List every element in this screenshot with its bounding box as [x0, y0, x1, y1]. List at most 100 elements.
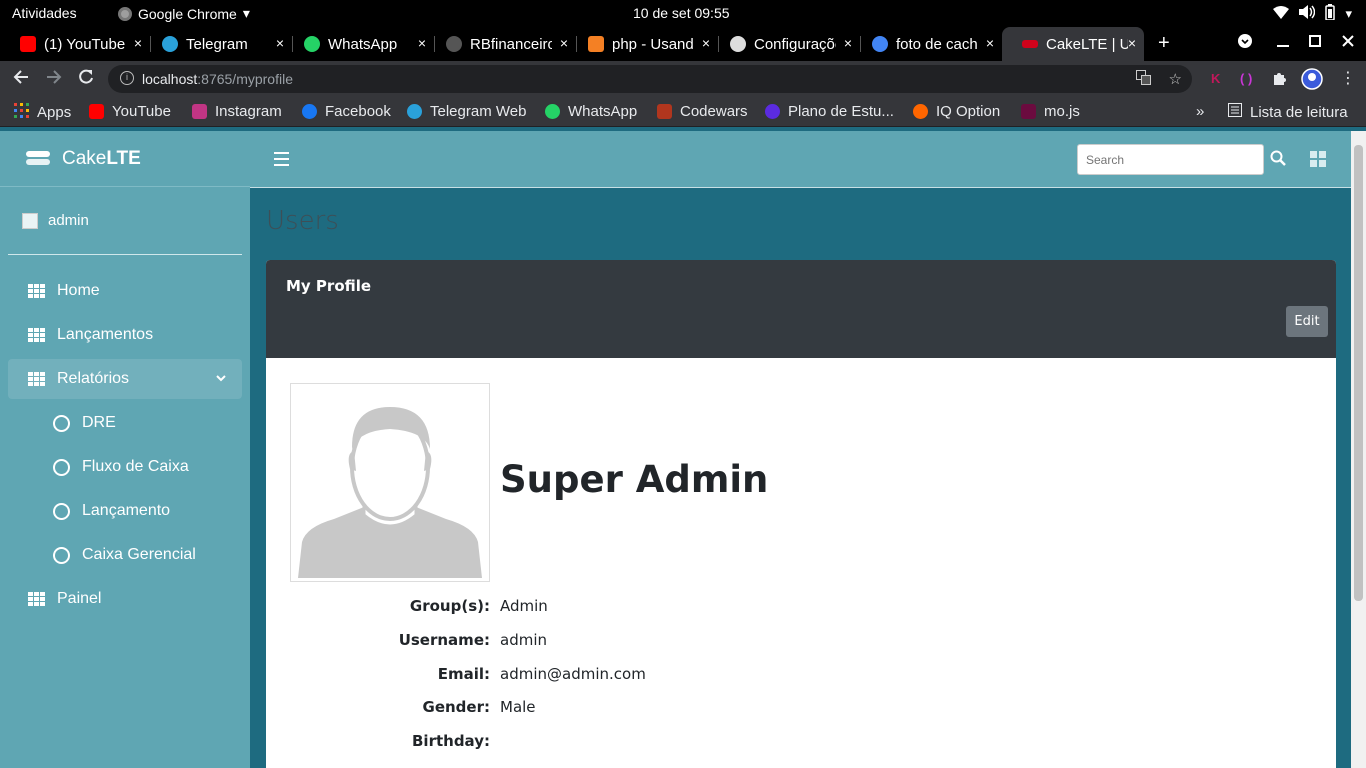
brand-suffix: LTE [106, 147, 141, 169]
tab-search-icon[interactable] [1238, 34, 1252, 51]
app-name: Google Chrome [138, 5, 237, 22]
minimize-icon[interactable] [1277, 34, 1289, 50]
close-icon[interactable]: × [560, 35, 568, 51]
system-top-bar: Atividades Google Chrome ▾ 10 de set 09:… [0, 0, 1366, 27]
extensions-puzzle-icon[interactable] [1272, 71, 1287, 89]
star-icon[interactable]: ☆ [1169, 70, 1182, 89]
google-icon [872, 36, 888, 52]
close-icon[interactable]: × [1128, 35, 1136, 51]
bookmark-codewars[interactable]: Codewars [657, 103, 748, 120]
sidebar: Cake LTE admin Home Lançamentos Relatório… [0, 131, 250, 768]
scrollbar-thumb[interactable] [1354, 145, 1363, 601]
tab-whatsapp[interactable]: WhatsApp × [284, 27, 434, 61]
sidebar-item-relatorios[interactable]: Relatórios [8, 359, 242, 399]
bookmark-telegram-web[interactable]: Telegram Web [407, 103, 526, 120]
profile-full-name: Super Admin [500, 458, 769, 501]
browser-toolbar: i localhost:8765/myprofile ☆ K ( ) ⋮ [0, 61, 1366, 97]
tab-cakelte[interactable]: CakeLTE | Users × [1002, 27, 1144, 61]
whatsapp-icon [545, 104, 560, 119]
sidebar-item-home[interactable]: Home [8, 271, 242, 311]
bookmark-label: WhatsApp [568, 103, 638, 120]
bookmark-whatsapp[interactable]: WhatsApp [545, 103, 637, 120]
profile-avatar[interactable] [1301, 68, 1323, 93]
tab-title: RBfinanceiro [470, 35, 552, 53]
plano-icon [765, 104, 780, 119]
bookmark-youtube[interactable]: YouTube [89, 103, 171, 120]
info-icon[interactable]: i [120, 71, 134, 85]
clock[interactable]: 10 de set 09:55 [633, 5, 730, 21]
app-menu[interactable]: Google Chrome ▾ [118, 5, 250, 22]
sidebar-subitem-lancamento[interactable]: Lançamento [8, 491, 242, 531]
sidebar-item-lancamentos[interactable]: Lançamentos [8, 315, 242, 355]
brand-link[interactable]: Cake LTE [0, 131, 250, 187]
card-header: My Profile Edit [266, 260, 1336, 358]
activities-button[interactable]: Atividades [12, 5, 77, 21]
back-icon[interactable] [13, 69, 29, 90]
bookmark-label: Telegram Web [430, 103, 527, 120]
tab-google[interactable]: foto de cache × [852, 27, 1002, 61]
close-icon[interactable]: × [276, 35, 284, 51]
close-icon[interactable]: × [844, 35, 852, 51]
hamburger-menu-icon[interactable] [274, 152, 289, 170]
chevron-down-icon: ▾ [1345, 5, 1352, 21]
user-panel[interactable]: admin [8, 187, 242, 255]
field-value: admin@admin.com [500, 665, 646, 683]
address-bar[interactable]: i localhost:8765/myprofile ☆ [108, 65, 1192, 93]
kebab-menu-icon[interactable]: ⋮ [1340, 68, 1356, 88]
close-icon[interactable]: × [702, 35, 710, 51]
chevron-down-icon: ▾ [242, 5, 250, 21]
tab-settings[interactable]: Configurações × [710, 27, 860, 61]
close-icon[interactable]: × [134, 35, 142, 51]
sidebar-nav: Home Lançamentos Relatórios DRE Fluxo de… [0, 271, 250, 619]
sidebar-subitem-caixa-gerencial[interactable]: Caixa Gerencial [8, 535, 242, 575]
bookmark-facebook[interactable]: Facebook [302, 103, 391, 120]
cake-logo-icon [26, 150, 50, 167]
field-label: Username: [398, 631, 490, 649]
widgets-grid-icon[interactable] [1310, 151, 1326, 167]
sidebar-item-painel[interactable]: Painel [8, 579, 242, 619]
sidebar-subitem-fluxo-de-caixa[interactable]: Fluxo de Caixa [8, 447, 242, 487]
close-icon[interactable]: × [418, 35, 426, 51]
tab-stackoverflow[interactable]: php - Usando × [568, 27, 718, 61]
reload-icon[interactable] [78, 69, 94, 90]
top-navbar [250, 131, 1351, 188]
user-name: admin [48, 212, 89, 229]
bookmark-apps[interactable]: Apps [14, 103, 71, 122]
search-icon[interactable] [1270, 150, 1288, 168]
extension-brackets-icon[interactable]: ( ) [1240, 71, 1252, 86]
bookmark-instagram[interactable]: Instagram [192, 103, 282, 120]
tab-youtube[interactable]: (1) YouTube × [0, 27, 150, 61]
bookmark-label: Plano de Estu... [788, 103, 894, 120]
tab-title: (1) YouTube [44, 35, 126, 53]
profile-field-birthday: Birthday: [266, 732, 966, 752]
maximize-icon[interactable] [1309, 34, 1321, 50]
stackoverflow-icon [588, 36, 604, 52]
edit-button[interactable]: Edit [1286, 306, 1328, 337]
sidebar-subitem-dre[interactable]: DRE [8, 403, 242, 443]
new-tab-button[interactable]: + [1158, 32, 1170, 55]
page-scrollbar[interactable] [1351, 131, 1366, 768]
system-tray[interactable]: ▾ [1273, 4, 1352, 23]
tab-github[interactable]: RBfinanceiro × [426, 27, 576, 61]
search-input[interactable] [1077, 144, 1264, 175]
field-label: Email: [437, 665, 490, 683]
sidebar-item-label: Fluxo de Caixa [82, 458, 189, 475]
bookmarks-overflow-button[interactable]: » [1196, 103, 1204, 120]
whatsapp-icon [304, 36, 320, 52]
bookmark-plano-de-estudos[interactable]: Plano de Estu... [765, 103, 894, 120]
grid-icon [28, 328, 46, 342]
reading-list-button[interactable]: Lista de leitura [1228, 103, 1348, 121]
bookmark-iq-option[interactable]: IQ Option [913, 103, 1000, 120]
forward-icon[interactable] [46, 69, 62, 90]
close-window-icon[interactable] [1342, 34, 1354, 50]
tab-telegram[interactable]: Telegram × [142, 27, 292, 61]
wifi-icon [1273, 5, 1290, 22]
bookmark-label: YouTube [112, 103, 171, 120]
sidebar-item-label: Painel [57, 590, 102, 607]
bookmark-mojs[interactable]: mo.js [1021, 103, 1080, 120]
close-icon[interactable]: × [986, 35, 994, 51]
extension-k-icon[interactable]: K [1211, 71, 1220, 86]
translate-icon[interactable] [1135, 70, 1151, 89]
bookmarks-bar: Apps YouTube Instagram Facebook Telegram… [0, 97, 1366, 127]
field-value: Admin [500, 597, 548, 615]
